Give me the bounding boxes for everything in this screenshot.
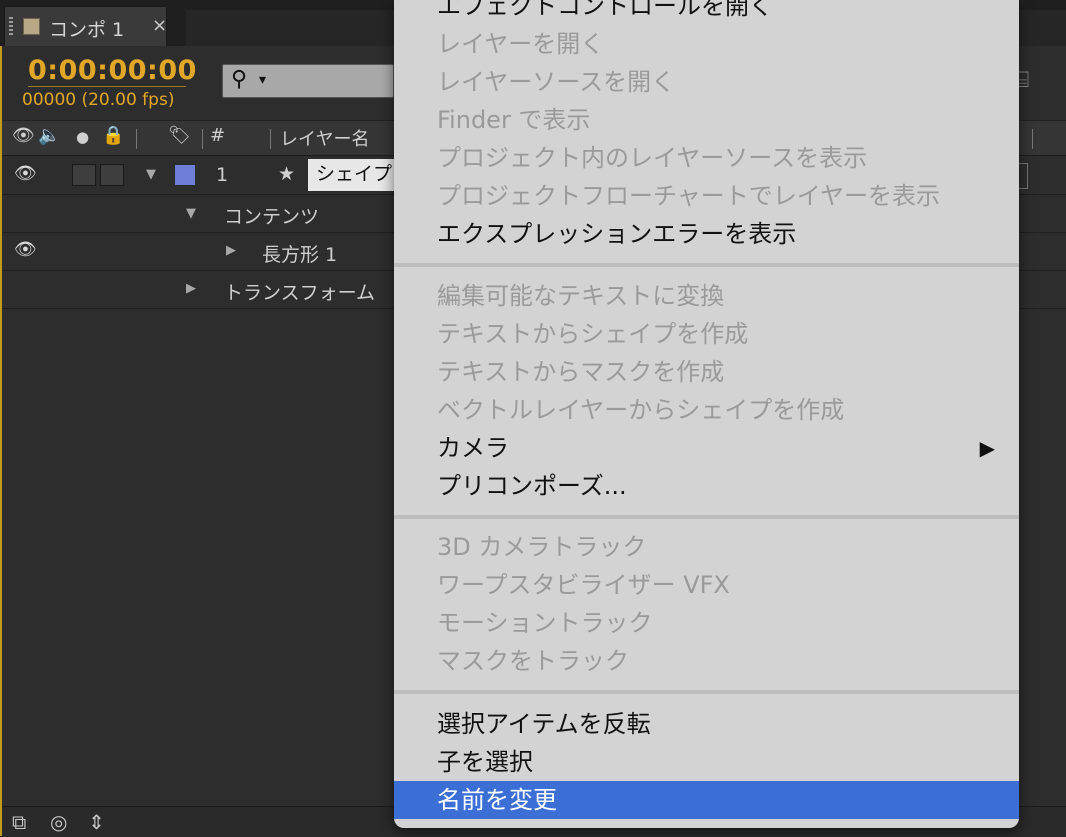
rectangle-label: 長方形 1 [262,244,338,266]
menu-item-label: カメラ [437,434,509,462]
menu-item-label: 選択アイテムを反転 [437,710,651,738]
menu-item-label: エクスプレッションエラーを表示 [437,220,797,248]
search-input[interactable]: ⚲ ▾ [222,64,394,98]
menu-item-create-masks-from-text[interactable]: テキストからマスクを作成 [394,353,1019,391]
menu-separator [394,515,1019,519]
column-divider [1032,129,1033,149]
menu-item-label: プロジェクト内のレイヤーソースを表示 [437,144,868,172]
submenu-arrow-icon: ▶ [979,436,995,460]
menu-item-reveal-in-flowchart[interactable]: プロジェクトフローチャートでレイヤーを表示 [394,177,1019,215]
layer-name-field[interactable]: シェイプ [308,159,408,191]
menu-item-label: Finder で表示 [437,106,591,134]
collapse-switch[interactable] [100,164,124,186]
column-layer-name[interactable]: レイヤー名 [280,125,369,151]
menu-item-invert-selection[interactable]: 選択アイテムを反転 [394,705,1019,743]
menu-item-reveal-source-in-project[interactable]: プロジェクト内のレイヤーソースを表示 [394,139,1019,177]
tab-comp-1[interactable]: コンポ 1 × [4,6,167,46]
audio-icon[interactable]: 🔈 [38,125,60,146]
frame-rate-display: 00000 (20.00 fps) [22,90,175,110]
menu-item-label: マスクをトラック [437,647,629,675]
menu-item-open-effect-controls[interactable]: エフェクトコントロールを開く [394,0,1019,25]
disclosure-triangle-expanded-icon[interactable]: ▼ [146,167,156,182]
menu-item-camera[interactable]: カメラ ▶ [394,429,1019,467]
menu-item-open-layer[interactable]: レイヤーを開く [394,25,1019,63]
close-icon[interactable]: × [152,15,167,36]
menu-item-label: ワープスタビライザー VFX [437,571,730,599]
menu-item-reveal-in-finder[interactable]: Finder で表示 [394,101,1019,139]
column-divider [270,129,271,149]
menu-item-label: プリコンポーズ... [437,472,627,500]
current-time-display[interactable]: 0:00:00:00 [28,55,197,86]
label-color-swatch[interactable] [174,164,196,186]
layer-number: 1 [216,164,229,186]
menu-item-label: ベクトルレイヤーからシェイプを作成 [437,396,845,424]
menu-item-label: エフェクトコントロールを開く [437,0,773,20]
in-out-toggle-icon[interactable]: ⇕ [88,810,105,834]
menu-item-create-shapes-from-vector[interactable]: ベクトルレイヤーからシェイプを作成 [394,391,1019,429]
eye-icon[interactable]: 👁 [12,125,35,146]
disclosure-triangle-collapsed-icon[interactable]: ▶ [186,281,196,296]
eye-icon[interactable]: 👁 [14,239,37,260]
transform-label: トランスフォーム [224,282,376,304]
panel-grip-icon[interactable] [9,17,13,37]
menu-item-create-shapes-from-text[interactable]: テキストからシェイプを作成 [394,315,1019,353]
menu-item-convert-to-editable-text[interactable]: 編集可能なテキストに変換 [394,277,1019,315]
layer-switches-toggle-icon[interactable]: ⧉ [12,810,26,834]
column-divider [202,129,203,149]
menu-item-label: プロジェクトフローチャートでレイヤーを表示 [437,182,941,210]
menu-item-label: 子を選択 [437,748,533,776]
context-menu: エフェクトコントロールを開く レイヤーを開く レイヤーソースを開く Finder… [394,0,1019,828]
menu-item-reveal-expression-errors[interactable]: エクスプレッションエラーを表示 [394,215,1019,253]
menu-item-label: レイヤーソースを開く [437,68,676,96]
disclosure-triangle-expanded-icon[interactable]: ▼ [186,206,196,221]
eye-icon[interactable]: 👁 [14,163,37,184]
menu-item-label: テキストからマスクを作成 [437,358,725,386]
tab-label: コンポ 1 [49,19,125,41]
menu-item-label: 名前を変更 [437,786,557,814]
menu-item-track-mask[interactable]: マスクをトラック [394,642,1019,680]
menu-item-label: レイヤーを開く [437,30,605,58]
menu-item-label: 編集可能なテキストに変換 [437,282,725,310]
menu-separator [394,690,1019,694]
menu-item-label: 3D カメラトラック [437,533,647,561]
menu-item-track-motion[interactable]: モーショントラック [394,604,1019,642]
menu-separator [394,263,1019,267]
solo-icon[interactable]: ● [76,128,89,146]
chevron-down-icon[interactable]: ▾ [259,72,266,88]
menu-item-rename[interactable]: 名前を変更 [394,781,1019,819]
search-icon: ⚲ [231,67,248,92]
menu-item-pre-compose[interactable]: プリコンポーズ... [394,467,1019,505]
transfer-controls-toggle-icon[interactable]: ◎ [50,810,67,834]
composition-icon [23,18,40,35]
graph-editor-icon[interactable]: ⌸ [1016,68,1038,96]
column-number: # [210,125,226,146]
shape-layer-star-icon: ★ [278,163,296,185]
contents-label: コンテンツ [224,206,320,228]
menu-item-open-layer-source[interactable]: レイヤーソースを開く [394,63,1019,101]
menu-item-label: モーショントラック [437,609,653,637]
menu-item-track-3d-camera[interactable]: 3D カメラトラック [394,528,1019,566]
disclosure-triangle-collapsed-icon[interactable]: ▶ [226,243,236,258]
shy-switch[interactable] [72,164,96,186]
lock-icon[interactable]: 🔒 [102,125,124,146]
label-tag-icon[interactable]: 🏷 [168,125,191,146]
menu-item-label: テキストからシェイプを作成 [437,320,749,348]
timecode-underline [28,86,186,87]
menu-item-warp-stabilizer[interactable]: ワープスタビライザー VFX [394,566,1019,604]
column-divider [136,129,137,149]
menu-item-select-children[interactable]: 子を選択 [394,743,1019,781]
